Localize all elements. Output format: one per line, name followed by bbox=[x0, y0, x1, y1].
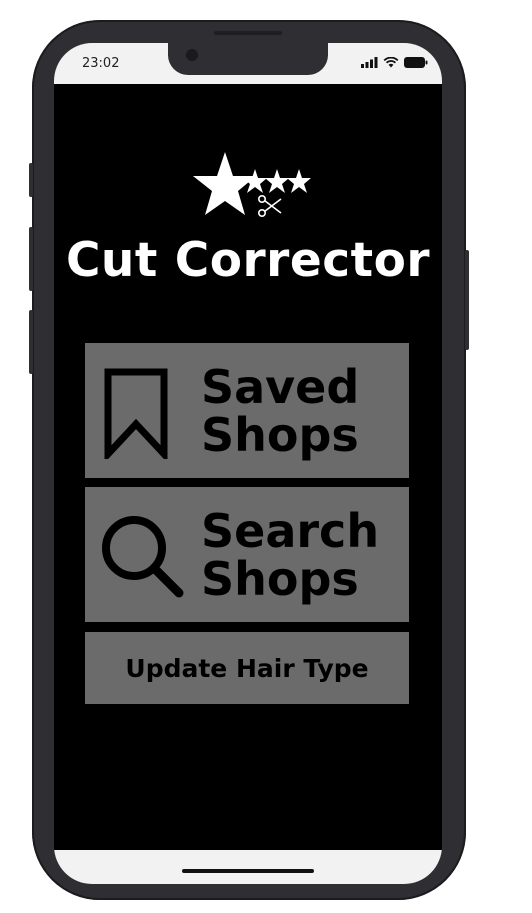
search-shops-label: Search Shops bbox=[201, 507, 379, 603]
front-camera bbox=[186, 49, 198, 61]
home-area bbox=[54, 850, 442, 884]
power-button bbox=[465, 250, 469, 350]
scissors-icon bbox=[258, 194, 282, 217]
star-icon bbox=[287, 169, 311, 193]
app-title: Cut Corrector bbox=[65, 233, 431, 288]
saved-shops-label-line1: Saved bbox=[201, 360, 360, 414]
saved-shops-button[interactable]: Saved Shops bbox=[85, 343, 409, 478]
update-hair-type-label: Update Hair Type bbox=[125, 653, 369, 683]
home-indicator[interactable] bbox=[182, 869, 314, 873]
search-shops-label-line2: Shops bbox=[201, 552, 359, 606]
bookmark-icon bbox=[104, 368, 168, 459]
page: 23:02 Cut Corrector Saved Shops Search S… bbox=[0, 0, 532, 913]
status-icons bbox=[361, 57, 428, 68]
update-hair-type-button[interactable]: Update Hair Type bbox=[85, 632, 409, 704]
signal-icon bbox=[361, 57, 378, 68]
wifi-icon bbox=[383, 57, 399, 68]
volume-down-button bbox=[29, 310, 33, 374]
notch bbox=[168, 43, 328, 75]
magnifier-icon bbox=[102, 516, 184, 598]
volume-up-button bbox=[29, 227, 33, 291]
mute-switch bbox=[29, 163, 33, 197]
earpiece-speaker bbox=[214, 31, 282, 35]
star-icon bbox=[243, 169, 267, 193]
star-icon bbox=[193, 152, 256, 215]
battery-icon bbox=[404, 57, 428, 68]
saved-shops-label-line2: Shops bbox=[201, 408, 359, 462]
search-shops-button[interactable]: Search Shops bbox=[85, 487, 409, 622]
screen: 23:02 Cut Corrector Saved Shops Search S… bbox=[54, 43, 442, 884]
saved-shops-label: Saved Shops bbox=[201, 363, 359, 459]
status-time: 23:02 bbox=[82, 56, 120, 71]
logo bbox=[193, 152, 311, 217]
star-icon bbox=[265, 169, 289, 193]
search-shops-label-line1: Search bbox=[201, 504, 380, 558]
